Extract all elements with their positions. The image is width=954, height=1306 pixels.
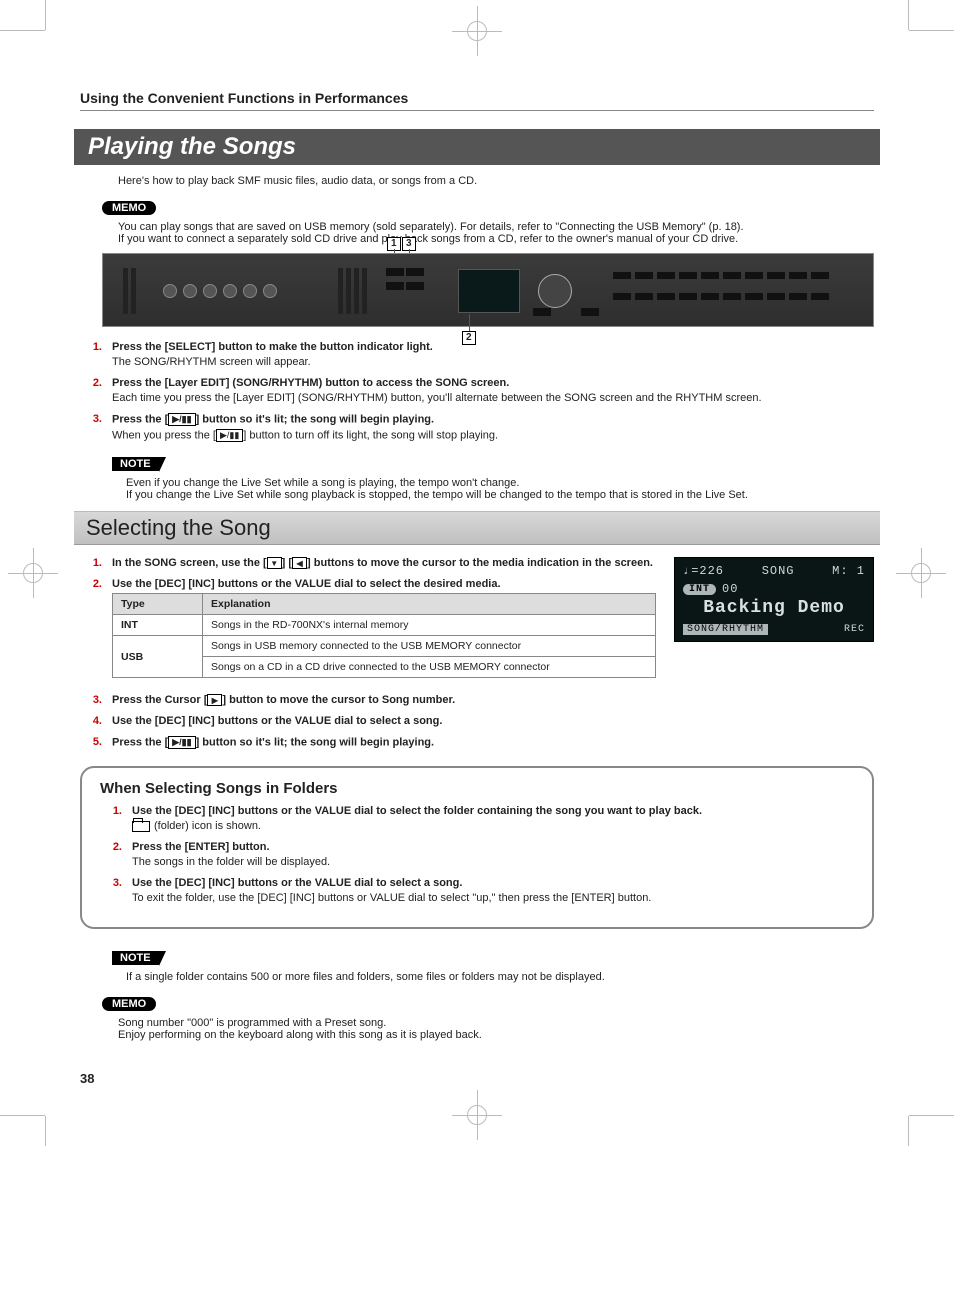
breadcrumb: Using the Convenient Functions in Perfor… <box>80 90 874 111</box>
note-badge: NOTE <box>112 457 159 471</box>
step-desc: The songs in the folder will be displaye… <box>132 856 854 868</box>
note-line: Even if you change the Live Set while a … <box>126 477 874 489</box>
step-number: 2. <box>80 578 102 686</box>
play-stop-icon: ▶/▮▮ <box>168 413 195 426</box>
memo-line: You can play songs that are saved on USB… <box>118 221 874 233</box>
step-title: Press the [ENTER] button. <box>132 841 854 853</box>
step-title: Use the [DEC] [INC] buttons or the VALUE… <box>112 715 874 727</box>
cursor-right-icon: ▶ <box>207 694 222 706</box>
step-list-2b: 3. Press the Cursor [▶] button to move t… <box>80 694 874 752</box>
page-number: 38 <box>80 1071 874 1086</box>
step-number: 5. <box>80 736 102 752</box>
cursor-down-icon: ▼ <box>267 557 282 569</box>
table-header-type: Type <box>113 594 203 615</box>
memo-badge: MEMO <box>102 997 156 1011</box>
table-cell-explanation: Songs in the RD-700NX's internal memory <box>203 615 656 636</box>
step-desc: To exit the folder, use the [DEC] [INC] … <box>132 892 854 904</box>
step-number: 4. <box>80 715 102 730</box>
memo-badge: MEMO <box>102 201 156 215</box>
lcd-tempo: ♩=226 <box>683 564 724 578</box>
table-cell-type: INT <box>113 615 203 636</box>
step-number: 3. <box>80 694 102 709</box>
cursor-left-icon: ◀ <box>292 557 307 569</box>
step-number: 2. <box>80 377 102 407</box>
memo-line: Enjoy performing on the keyboard along w… <box>118 1029 874 1041</box>
note-line: If you change the Live Set while song pl… <box>126 489 874 501</box>
step-number: 1. <box>100 805 122 835</box>
step-list-1: 1. Press the [SELECT] button to make the… <box>80 341 874 445</box>
table-row: USB Songs in USB memory connected to the… <box>113 636 656 657</box>
panel-figure: 1 3 2 <box>102 253 874 327</box>
lcd-mode: SONG <box>762 564 795 578</box>
step-number: 3. <box>80 413 102 445</box>
folder-box: When Selecting Songs in Folders 1. Use t… <box>80 766 874 929</box>
step-title: Use the [DEC] [INC] buttons or the VALUE… <box>112 578 656 590</box>
table-cell-type: USB <box>113 636 203 678</box>
play-stop-icon: ▶/▮▮ <box>216 429 243 442</box>
lcd-measure: M: 1 <box>832 564 865 578</box>
step-title: Use the [DEC] [INC] buttons or the VALUE… <box>132 805 854 817</box>
step-item: 3. Use the [DEC] [INC] buttons or the VA… <box>100 877 854 907</box>
step-desc: When you press the [▶/▮▮] button to turn… <box>112 429 874 442</box>
lcd-media-badge: INT <box>683 584 716 595</box>
step-number: 3. <box>100 877 122 907</box>
step-item: 2. Use the [DEC] [INC] buttons or the VA… <box>80 578 656 686</box>
step-item: 2. Press the [Layer EDIT] (SONG/RHYTHM) … <box>80 377 874 407</box>
step-item: 1. Press the [SELECT] button to make the… <box>80 341 874 371</box>
step-title: Press the [Layer EDIT] (SONG/RHYTHM) but… <box>112 377 874 389</box>
step-item: 3. Press the Cursor [▶] button to move t… <box>80 694 874 709</box>
lcd-song-number: 00 <box>722 582 738 596</box>
step-title: Press the [▶/▮▮] button so it's lit; the… <box>112 413 874 426</box>
hardware-panel-illustration <box>102 253 874 327</box>
step-title: In the SONG screen, use the [▼] [◀] butt… <box>112 557 656 569</box>
step-title: Press the [▶/▮▮] button so it's lit; the… <box>112 736 874 749</box>
step-desc: (folder) icon is shown. <box>132 820 854 832</box>
lcd-footer-left: SONG/RHYTHM <box>683 624 768 635</box>
step-item: 3. Press the [▶/▮▮] button so it's lit; … <box>80 413 874 445</box>
step-desc: Each time you press the [Layer EDIT] (SO… <box>112 392 874 404</box>
table-cell-explanation: Songs in USB memory connected to the USB… <box>203 636 656 657</box>
step-item: 1. In the SONG screen, use the [▼] [◀] b… <box>80 557 656 572</box>
step-item: 2. Press the [ENTER] button. The songs i… <box>100 841 854 871</box>
lcd-screenshot: ♩=226 SONG M: 1 INT 00 Backing Demo SONG… <box>674 557 874 642</box>
memo-line: Song number "000" is programmed with a P… <box>118 1017 874 1029</box>
callout-2: 2 <box>462 331 476 345</box>
step-item: 5. Press the [▶/▮▮] button so it's lit; … <box>80 736 874 752</box>
step-number: 1. <box>80 557 102 572</box>
table-cell-explanation: Songs on a CD in a CD drive connected to… <box>203 657 656 678</box>
lcd-footer-right: REC <box>844 624 865 635</box>
step-item: 1. Use the [DEC] [INC] buttons or the VA… <box>100 805 854 835</box>
folder-icon <box>132 821 150 832</box>
intro-text: Here's how to play back SMF music files,… <box>118 175 874 187</box>
memo-line: If you want to connect a separately sold… <box>118 233 874 245</box>
step-number: 2. <box>100 841 122 871</box>
step-item: 4. Use the [DEC] [INC] buttons or the VA… <box>80 715 874 730</box>
play-stop-icon: ▶/▮▮ <box>168 736 195 749</box>
step-number: 1. <box>80 341 102 371</box>
section-heading: Selecting the Song <box>74 511 880 545</box>
page-title: Playing the Songs <box>74 129 880 165</box>
lcd-song-title: Backing Demo <box>683 598 865 618</box>
step-title: Press the Cursor [▶] button to move the … <box>112 694 874 706</box>
media-table: Type Explanation INT Songs in the RD-700… <box>112 593 656 678</box>
table-row: INT Songs in the RD-700NX's internal mem… <box>113 615 656 636</box>
step-list-2a: 1. In the SONG screen, use the [▼] [◀] b… <box>80 557 656 686</box>
step-title: Use the [DEC] [INC] buttons or the VALUE… <box>132 877 854 889</box>
step-desc: The SONG/RHYTHM screen will appear. <box>112 356 874 368</box>
step-title: Press the [SELECT] button to make the bu… <box>112 341 874 353</box>
folder-box-heading: When Selecting Songs in Folders <box>100 780 854 797</box>
note-line: If a single folder contains 500 or more … <box>126 971 874 983</box>
note-badge: NOTE <box>112 951 159 965</box>
table-header-explanation: Explanation <box>203 594 656 615</box>
